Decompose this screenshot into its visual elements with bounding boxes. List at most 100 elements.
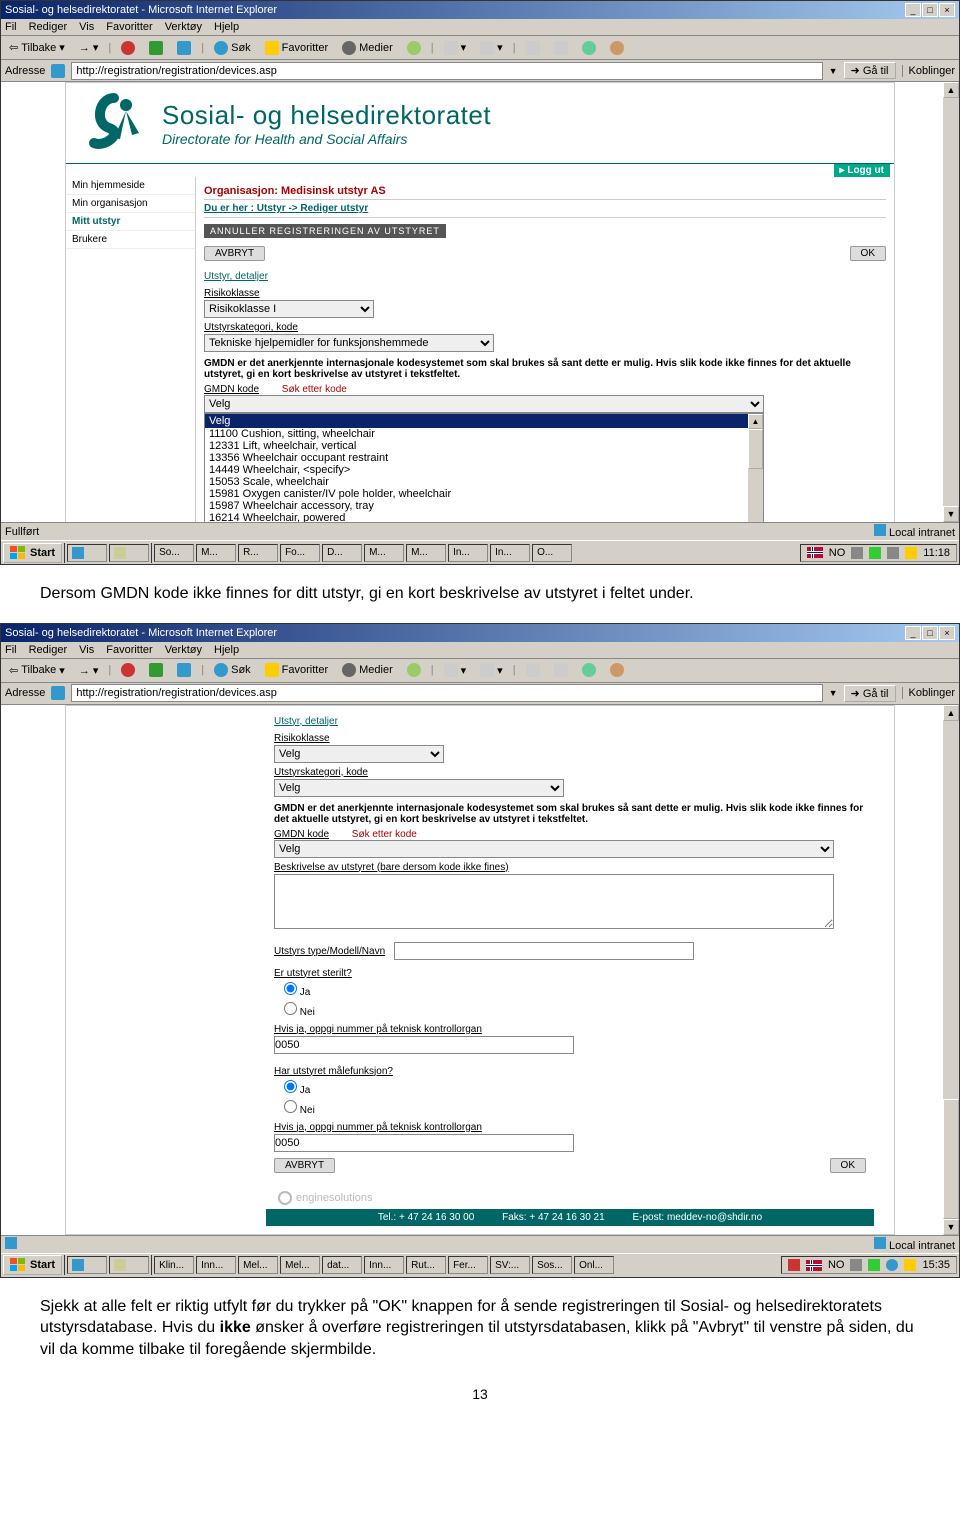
menu-verktoy[interactable]: Verktøy <box>165 644 202 656</box>
avbryt-button[interactable]: AVBRYT <box>274 1158 335 1173</box>
male-nei-radio[interactable] <box>284 1100 297 1113</box>
minimize-button[interactable]: _ <box>905 3 921 17</box>
task-tab[interactable]: Mel... <box>280 1256 320 1274</box>
list-item[interactable]: 16214 Wheelchair, powered <box>205 512 763 522</box>
task-tab[interactable]: dat... <box>322 1256 362 1274</box>
home-button[interactable] <box>173 661 195 679</box>
maximize-button[interactable]: □ <box>922 3 938 17</box>
tray-icon[interactable] <box>886 1259 898 1271</box>
listbox-scrollbar[interactable]: ▲ ▼ <box>748 414 763 522</box>
scroll-thumb[interactable] <box>943 1099 959 1219</box>
sidebar-item-brukere[interactable]: Brukere <box>66 231 195 249</box>
sok-kode-link[interactable]: Søk etter kode <box>282 384 347 395</box>
stop-button[interactable] <box>117 661 139 679</box>
tray-icon[interactable] <box>850 1259 862 1271</box>
go-button[interactable]: ➜ Gå til <box>844 685 896 702</box>
male-ja-radio[interactable] <box>284 1080 297 1093</box>
tray-icon[interactable] <box>851 547 863 559</box>
tool-button[interactable] <box>578 39 600 57</box>
home-button[interactable] <box>173 39 195 57</box>
task-tab[interactable]: Klin... <box>154 1256 194 1274</box>
ok-button[interactable]: OK <box>830 1158 866 1173</box>
menu-rediger[interactable]: Rediger <box>29 21 68 33</box>
quick-launch[interactable] <box>67 544 107 562</box>
kontroll-input[interactable] <box>274 1036 574 1054</box>
minimize-button[interactable]: _ <box>905 626 921 640</box>
print-button[interactable]: ▾ <box>476 39 507 57</box>
task-tab[interactable]: Fo... <box>280 544 320 562</box>
edit-button[interactable] <box>522 39 544 57</box>
links-label[interactable]: Koblinger <box>902 65 955 77</box>
task-tab[interactable]: So... <box>154 544 194 562</box>
forward-button[interactable]: → ▾ <box>75 662 103 679</box>
favorites-button[interactable]: Favoritter <box>261 661 332 679</box>
task-tab[interactable]: Inn... <box>196 1256 236 1274</box>
lang-indicator[interactable] <box>806 1260 822 1271</box>
list-item[interactable]: 15987 Wheelchair accessory, tray <box>205 500 763 512</box>
task-tab[interactable]: M... <box>196 544 236 562</box>
sok-kode-link[interactable]: Søk etter kode <box>352 829 417 840</box>
menu-rediger[interactable]: Rediger <box>29 644 68 656</box>
back-button[interactable]: ⇦ Tilbake ▾ <box>5 39 69 56</box>
risiko-select[interactable]: Risikoklasse I <box>204 300 374 318</box>
edit-button[interactable] <box>522 661 544 679</box>
tool-button-2[interactable] <box>606 661 628 679</box>
menu-favoritter[interactable]: Favoritter <box>106 644 152 656</box>
task-tab[interactable]: Onl... <box>574 1256 614 1274</box>
task-tab[interactable]: O... <box>532 544 572 562</box>
gmdn-select[interactable]: Velg <box>204 395 764 413</box>
media-button[interactable]: Medier <box>338 39 397 57</box>
discuss-button[interactable] <box>550 661 572 679</box>
discuss-button[interactable] <box>550 39 572 57</box>
kontroll-input-2[interactable] <box>274 1134 574 1152</box>
mail-button[interactable]: ▾ <box>440 661 471 679</box>
scroll-up-button[interactable]: ▲ <box>943 705 959 721</box>
list-item[interactable]: 13356 Wheelchair occupant restraint <box>205 452 763 464</box>
task-tab[interactable]: In... <box>490 544 530 562</box>
sterilt-nei-radio[interactable] <box>284 1002 297 1015</box>
sterilt-ja-radio[interactable] <box>284 982 297 995</box>
task-tab[interactable]: Mel... <box>238 1256 278 1274</box>
task-tab[interactable]: Sos... <box>532 1256 572 1274</box>
refresh-button[interactable] <box>145 39 167 57</box>
scroll-up-button[interactable]: ▲ <box>943 82 959 98</box>
search-button[interactable]: Søk <box>210 661 255 679</box>
beskrivelse-textarea[interactable] <box>274 874 834 929</box>
list-item[interactable]: 15053 Scale, wheelchair <box>205 476 763 488</box>
quick-launch[interactable] <box>109 1256 149 1274</box>
tool-button[interactable] <box>578 661 600 679</box>
lang-text[interactable]: NO <box>828 1259 845 1271</box>
maximize-button[interactable]: □ <box>922 626 938 640</box>
scroll-down-button[interactable]: ▼ <box>943 1219 959 1235</box>
list-highlight[interactable]: Velg <box>205 414 763 428</box>
close-button[interactable]: × <box>939 626 955 640</box>
close-button[interactable]: × <box>939 3 955 17</box>
type-input[interactable] <box>394 942 694 960</box>
menu-verktoy[interactable]: Verktøy <box>165 21 202 33</box>
url-input[interactable] <box>71 684 822 702</box>
logout-button[interactable]: ▸ Logg ut <box>834 164 890 177</box>
risiko-select[interactable]: Velg <box>274 745 444 763</box>
task-tab[interactable]: D... <box>322 544 362 562</box>
page-scrollbar[interactable]: ▲ ▼ <box>943 705 959 1235</box>
menu-hjelp[interactable]: Hjelp <box>214 21 239 33</box>
lang-text[interactable]: NO <box>829 547 846 559</box>
forward-button[interactable]: → ▾ <box>75 39 103 56</box>
back-button[interactable]: ⇦ Tilbake ▾ <box>5 662 69 679</box>
sidebar-item-organisasjon[interactable]: Min organisasjon <box>66 195 195 213</box>
start-button[interactable]: Start <box>3 543 62 563</box>
quick-launch[interactable] <box>109 544 149 562</box>
annull-registration-bar[interactable]: ANNULLER REGISTRERINGEN AV UTSTYRET <box>204 224 446 238</box>
task-tab[interactable]: Rut... <box>406 1256 446 1274</box>
page-scrollbar[interactable]: ▲ ▼ <box>943 82 959 522</box>
list-item[interactable]: 11100 Cushion, sitting, wheelchair <box>205 428 763 440</box>
media-button[interactable]: Medier <box>338 661 397 679</box>
tray-icon[interactable] <box>788 1259 800 1271</box>
menu-favoritter[interactable]: Favoritter <box>106 21 152 33</box>
volume-icon[interactable] <box>905 547 917 559</box>
task-tab[interactable]: Inn... <box>364 1256 404 1274</box>
refresh-button[interactable] <box>145 661 167 679</box>
scroll-thumb[interactable] <box>748 429 763 469</box>
ok-button[interactable]: OK <box>850 246 886 261</box>
sidebar-item-hjemmeside[interactable]: Min hjemmeside <box>66 177 195 195</box>
